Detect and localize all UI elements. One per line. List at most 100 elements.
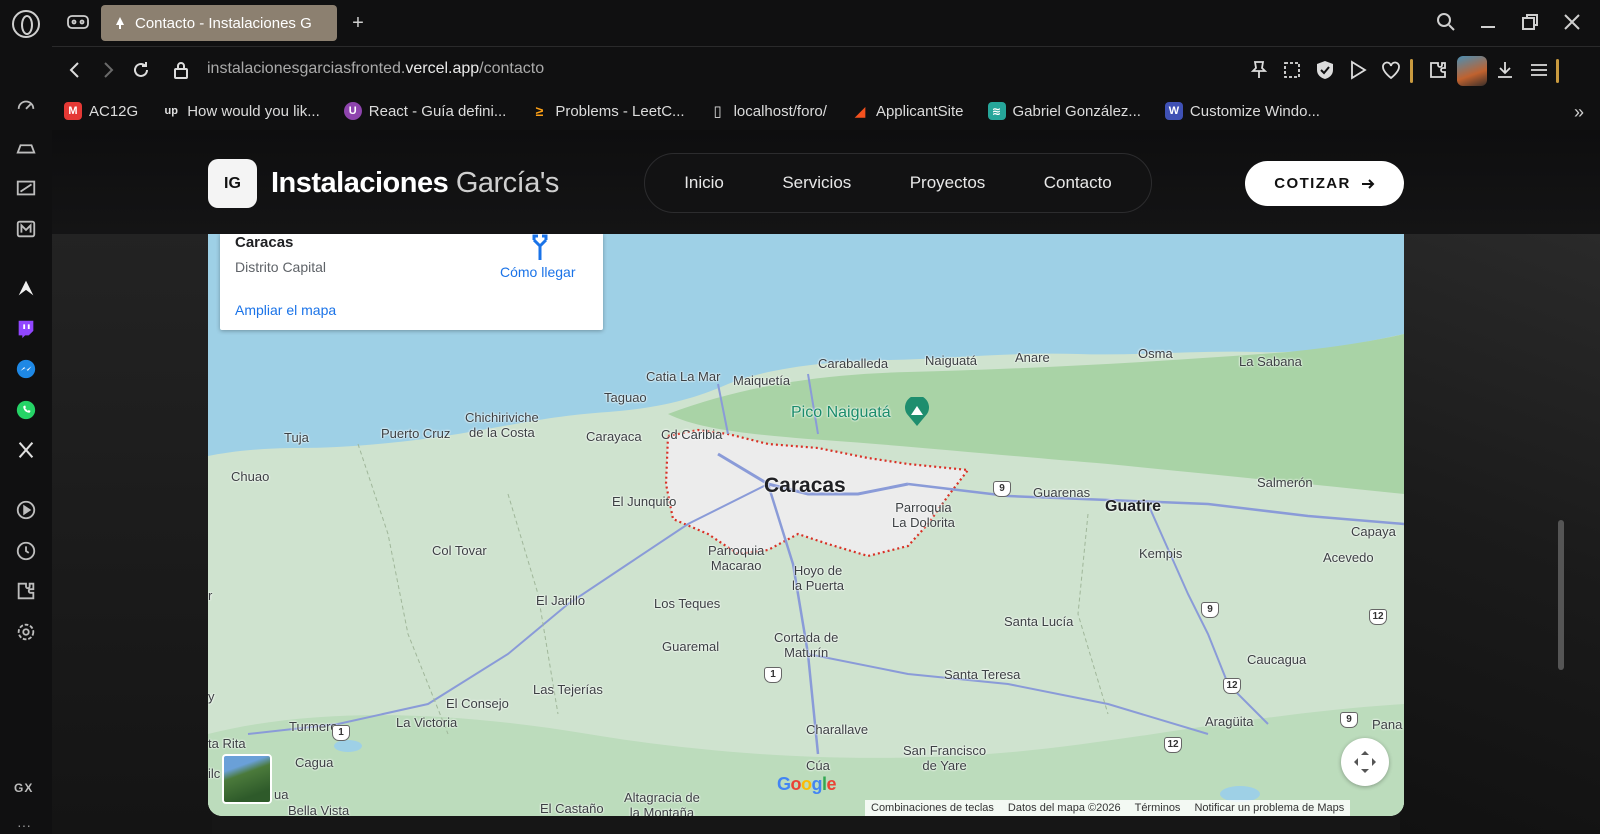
map-label: Guaremal [662,639,720,654]
map-label: El Jarillo [536,593,586,608]
opera-logo-icon[interactable] [12,10,40,38]
tab-active[interactable]: Contacto - Instalaciones G [101,5,337,41]
more-dots-icon[interactable]: ··· [17,817,31,833]
address-bar-row: instalacionesgarciasfronted.vercel.app/c… [52,46,1600,92]
pin-icon[interactable] [1248,59,1270,81]
map-label: Las Tejerías [533,682,603,697]
map-label-guatire[interactable]: Guatire [1105,498,1161,516]
profile-avatar[interactable] [1457,56,1487,86]
music-m-icon[interactable] [14,217,38,241]
reload-icon[interactable] [131,60,151,80]
google-map-embed[interactable]: Caracas Distrito Capital Cómo llegar Amp… [208,234,1404,816]
url-field[interactable]: instalacionesgarciasfronted.vercel.app/c… [207,60,544,78]
arc-a-icon[interactable] [14,276,38,300]
bookmark-label: localhost/foro/ [733,102,827,120]
nav-link-inicio[interactable]: Inicio [684,173,724,193]
search-icon[interactable] [1436,12,1456,32]
bookmarks-overflow-icon[interactable]: » [1574,102,1584,123]
twitch-icon[interactable] [14,317,38,341]
map-label: ilc [208,766,221,781]
map-label: Tuja [284,430,309,445]
enlarge-map-link[interactable]: Ampliar el mapa [235,302,336,318]
gx-corner-icon[interactable] [14,176,38,200]
snapshot-icon[interactable] [1281,59,1303,81]
bookmark-item[interactable]: ≋ Gabriel González... [987,102,1141,120]
bookmark-favicon-icon: up [164,105,178,117]
brand-logo[interactable]: IG Instalaciones García's [208,159,559,208]
bookmark-label: AC12G [89,102,139,120]
directions-icon[interactable] [528,234,552,260]
bookmark-favicon-icon: ▯ [713,103,722,120]
mountain-pin-icon[interactable] [903,397,931,427]
messenger-icon[interactable] [14,357,38,381]
send-icon[interactable] [1347,59,1369,81]
back-icon[interactable] [65,60,85,80]
shield-icon[interactable] [1314,59,1336,81]
extensions-icon[interactable] [14,579,38,603]
settings-gear-icon[interactable] [14,620,38,644]
restore-icon[interactable] [1520,12,1540,32]
tab-strip: Contacto - Instalaciones G + [52,0,1600,46]
nav-link-contacto[interactable]: Contacto [1044,173,1112,193]
map-label: y [208,689,215,704]
tab-favicon-icon [116,17,124,29]
map-label: La Victoria [396,715,458,730]
game-controller-icon[interactable] [14,136,38,160]
new-tab-button[interactable]: + [347,12,369,34]
heart-icon[interactable] [1380,59,1402,81]
keyboard-shortcuts-link[interactable]: Combinaciones de teclas [871,802,994,814]
map-label: Salmerón [1257,475,1313,490]
url-host-domain: vercel.app [405,60,480,77]
map-label-pico[interactable]: Pico Naiguatá [791,404,891,422]
extensions-puzzle-icon[interactable] [1427,59,1449,81]
whatsapp-icon[interactable] [14,398,38,422]
bookmark-item[interactable]: ◢ ApplicantSite [851,102,964,120]
map-label: Cd Caribia [661,427,723,442]
bookmark-favicon-icon: M [64,102,82,120]
map-label: Guarenas [1033,485,1091,500]
web-content: IG Instalaciones García's Inicio Servici… [52,130,1600,834]
route-shield: 9 [993,481,1011,497]
download-icon[interactable] [1494,59,1516,81]
nav-link-servicios[interactable]: Servicios [782,173,851,193]
close-icon[interactable] [1562,12,1582,32]
map-label: Charallave [806,722,869,737]
bookmark-item[interactable]: up How would you lik... [162,102,319,120]
minimize-icon[interactable] [1478,12,1498,32]
page-scrollbar[interactable] [1558,520,1564,670]
gx-label: GX [14,781,34,795]
map-label: San Francisco de Yare [903,743,987,773]
map-label: Santa Lucía [1004,614,1074,629]
map-label: Hoyo de la Puerta [792,563,845,593]
directions-link[interactable]: Cómo llegar [500,264,575,280]
history-icon[interactable] [14,539,38,563]
map-label: Capaya [1351,524,1396,539]
brand-name: Instalaciones García's [271,167,559,200]
route-shield: 1 [332,725,350,741]
easy-setup-icon[interactable] [1528,59,1550,81]
bookmark-item[interactable]: M AC12G [64,102,138,120]
quote-button[interactable]: COTIZAR [1245,161,1404,206]
report-problem-link[interactable]: Notificar un problema de Maps [1194,802,1344,814]
terms-link[interactable]: Términos [1135,802,1181,814]
nav-link-proyectos[interactable]: Proyectos [910,173,986,193]
forward-icon[interactable] [98,60,118,80]
place-title: Caracas [235,234,294,251]
player-icon[interactable] [14,498,38,522]
bookmark-item[interactable]: W Customize Windo... [1164,102,1320,120]
x-twitter-icon[interactable] [14,438,38,462]
gamepad-icon[interactable] [66,12,90,32]
bookmark-item[interactable]: ≥ Problems - LeetC... [530,102,685,120]
fullscreen-button[interactable] [1341,738,1389,786]
lock-icon[interactable] [171,60,191,80]
satellite-layer-toggle[interactable] [222,754,272,804]
bookmark-item[interactable]: ▯ localhost/foro/ [709,102,827,121]
brand-name-bold: Instalaciones [271,167,449,199]
bookmark-item[interactable]: U React - Guía defini... [343,102,506,120]
map-label: Aragüita [1205,714,1254,729]
map-label-caracas[interactable]: Caracas [764,474,846,498]
speed-dial-icon[interactable] [14,95,38,119]
map-attribution: Combinaciones de teclas Datos del mapa ©… [865,800,1351,816]
map-label: ua [274,787,289,802]
bookmark-label: ApplicantSite [875,102,964,120]
